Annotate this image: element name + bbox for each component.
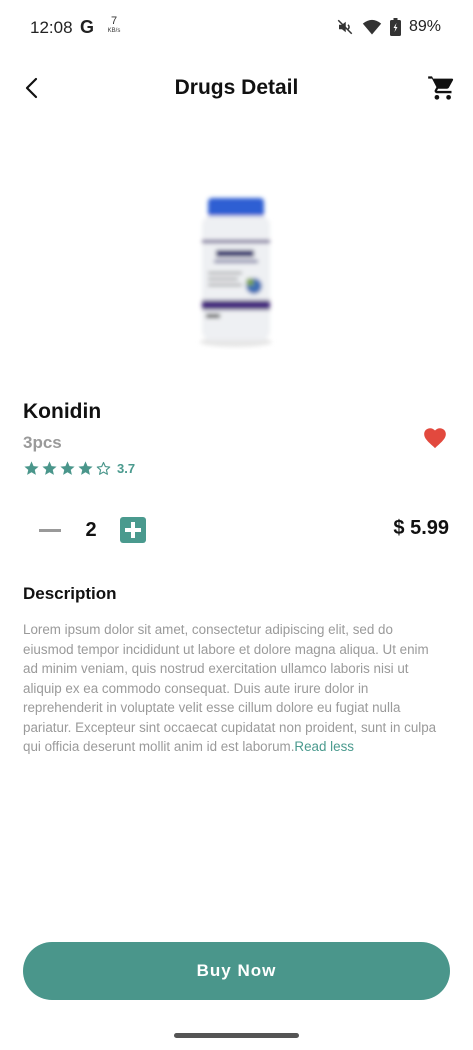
star-filled-icon	[60, 461, 75, 475]
page-title: Drugs Detail	[174, 76, 299, 99]
favorite-heart-icon[interactable]	[422, 425, 448, 451]
description-text: Lorem ipsum dolor sit amet, consectetur …	[23, 620, 443, 757]
product-rating: 3.7	[23, 460, 135, 477]
battery-level: 89%	[408, 18, 441, 35]
buy-now-button[interactable]: Buy Now	[23, 942, 450, 1000]
data-speed-value: 7	[110, 15, 118, 27]
star-filled-icon	[24, 461, 39, 475]
minus-icon	[39, 528, 61, 532]
increase-quantity-button[interactable]	[120, 517, 146, 543]
google-icon: G	[80, 17, 95, 37]
status-time: 12:08	[30, 18, 73, 37]
product-quantity-label: 3pcs	[23, 433, 62, 452]
star-outline-icon	[96, 461, 111, 475]
status-bar: 12:08 G 7 KB/s 89%	[0, 0, 473, 56]
star-filled-icon	[42, 461, 57, 475]
wifi-icon	[362, 19, 382, 35]
product-name: Konidin	[23, 400, 102, 423]
description-title: Description	[23, 584, 117, 603]
battery-icon	[389, 18, 401, 36]
data-speed: 7 KB/s	[104, 16, 124, 36]
quantity-value: 2	[85, 518, 97, 541]
decrease-quantity-button[interactable]	[38, 514, 62, 546]
description-body: Lorem ipsum dolor sit amet, consectetur …	[23, 622, 437, 754]
mute-icon	[337, 19, 353, 35]
star-filled-icon	[78, 461, 93, 475]
product-price: $ 5.99	[393, 517, 449, 539]
read-less-link[interactable]: Read less	[294, 739, 354, 754]
cart-icon[interactable]	[427, 74, 455, 102]
status-icons: 89%	[336, 16, 441, 38]
rating-value: 3.7	[117, 461, 136, 476]
plus-icon-vertical	[131, 522, 135, 538]
product-image	[200, 198, 272, 347]
home-indicator[interactable]	[174, 1033, 299, 1038]
app-header: Drugs Detail	[0, 60, 473, 116]
quantity-stepper: 2	[38, 514, 146, 546]
data-speed-unit: KB/s	[107, 28, 121, 34]
